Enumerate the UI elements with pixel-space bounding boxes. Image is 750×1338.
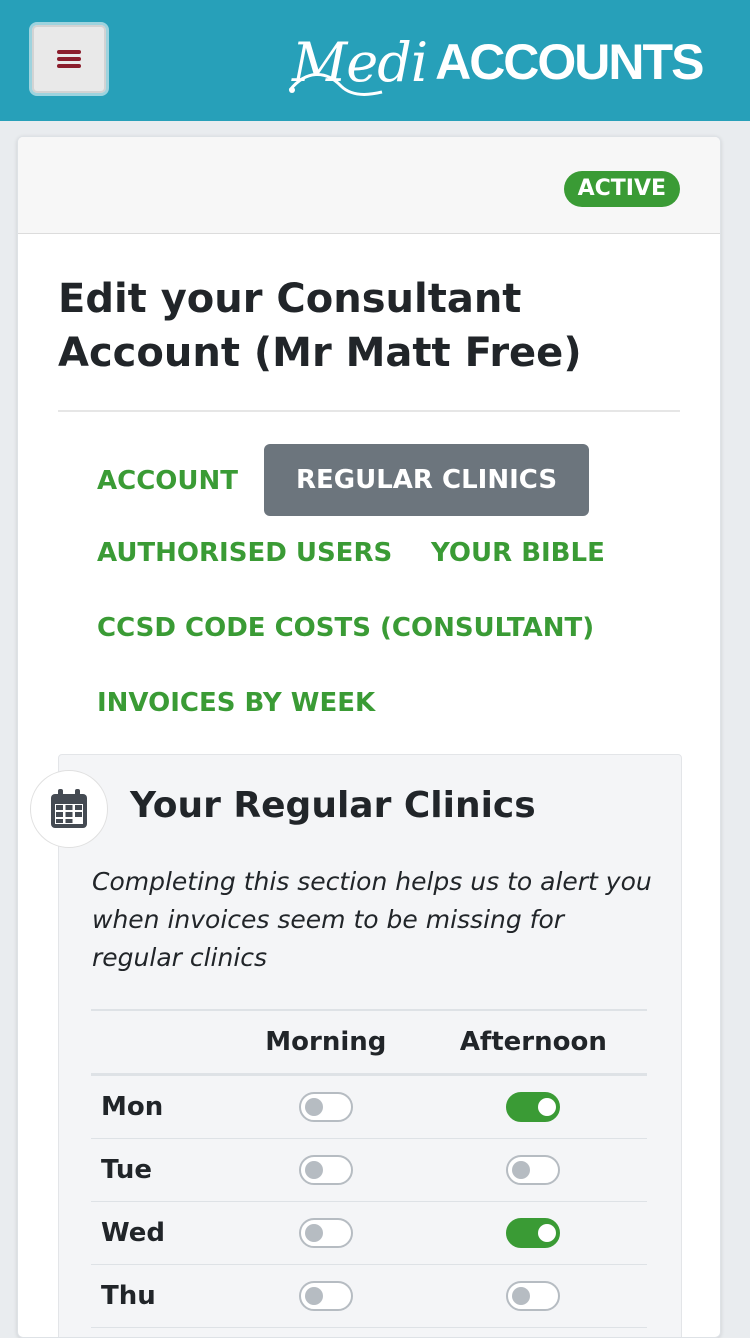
- toggle-mon-afternoon[interactable]: [506, 1092, 561, 1122]
- table-row: Tue: [91, 1138, 647, 1202]
- table-header-row: Morning Afternoon: [91, 1009, 647, 1076]
- afternoon-cell: [419, 1201, 647, 1265]
- column-header-afternoon: Afternoon: [419, 1009, 647, 1076]
- morning-cell: [232, 1138, 420, 1202]
- clinics-section-title: Your Regular Clinics: [130, 785, 536, 826]
- toggle-thu-afternoon[interactable]: [506, 1281, 561, 1311]
- stethoscope-icon: [288, 73, 383, 96]
- toggle-thu-morning[interactable]: [298, 1281, 353, 1311]
- logo-wordmark: ACCOUNTS: [435, 34, 704, 90]
- toggle-tue-morning[interactable]: [298, 1155, 353, 1185]
- page-title: Edit your Consultant Account (Mr Matt Fr…: [58, 276, 582, 376]
- morning-cell: [232, 1201, 420, 1265]
- toggle-knob: [512, 1287, 531, 1305]
- toggle-knob: [304, 1287, 323, 1305]
- toggle-mon-morning[interactable]: [298, 1092, 353, 1122]
- table-row: Wed: [91, 1201, 647, 1265]
- day-label: Tue: [91, 1138, 232, 1202]
- calendar-icon-badge: [30, 770, 108, 848]
- consultant-account-card: ACTIVE Edit your Consultant Account (Mr …: [17, 136, 721, 1338]
- morning-cell: [232, 1074, 420, 1139]
- day-label: Thu: [91, 1264, 232, 1328]
- toggle-knob: [512, 1161, 531, 1179]
- menu-toggle-button[interactable]: [29, 22, 109, 96]
- tab-authorised-users[interactable]: AUTHORISED USERS: [97, 538, 392, 568]
- tab-invoices-by-week[interactable]: INVOICES BY WEEK: [97, 688, 375, 718]
- medi-accounts-logo[interactable]: Medi ACCOUNTS: [288, 26, 704, 98]
- toggle-tue-afternoon[interactable]: [506, 1155, 561, 1185]
- calendar-icon: [51, 789, 87, 828]
- day-label: Mon: [91, 1074, 232, 1139]
- hamburger-menu-icon: [57, 50, 81, 68]
- clinics-schedule-table: Morning Afternoon Mon Tue Wed Thu: [91, 1009, 647, 1328]
- tab-ccsd-code-costs[interactable]: CCSD CODE COSTS (CONSULTANT): [97, 613, 594, 643]
- toggle-knob: [304, 1161, 323, 1179]
- day-label: Wed: [91, 1201, 232, 1265]
- toggle-knob: [304, 1098, 323, 1116]
- morning-cell: [232, 1264, 420, 1328]
- afternoon-cell: [419, 1138, 647, 1202]
- afternoon-cell: [419, 1264, 647, 1328]
- toggle-knob: [304, 1224, 323, 1242]
- toggle-knob: [538, 1224, 557, 1242]
- top-navbar: Medi ACCOUNTS: [0, 0, 750, 121]
- card-header: ACTIVE: [18, 137, 720, 234]
- toggle-wed-morning[interactable]: [298, 1218, 353, 1248]
- table-row: Mon: [91, 1074, 647, 1139]
- column-header-morning: Morning: [232, 1009, 420, 1076]
- toggle-wed-afternoon[interactable]: [506, 1218, 561, 1248]
- table-row: Thu: [91, 1264, 647, 1328]
- tab-regular-clinics[interactable]: REGULAR CLINICS: [264, 444, 590, 516]
- clinics-description: Completing this section helps us to aler…: [92, 867, 652, 972]
- toggle-knob: [538, 1098, 557, 1116]
- status-badge: ACTIVE: [563, 171, 680, 207]
- tab-your-bible[interactable]: YOUR BIBLE: [431, 538, 605, 568]
- tab-account[interactable]: ACCOUNT: [97, 466, 238, 496]
- divider: [58, 410, 680, 412]
- column-header-day: [91, 1009, 232, 1076]
- afternoon-cell: [419, 1074, 647, 1139]
